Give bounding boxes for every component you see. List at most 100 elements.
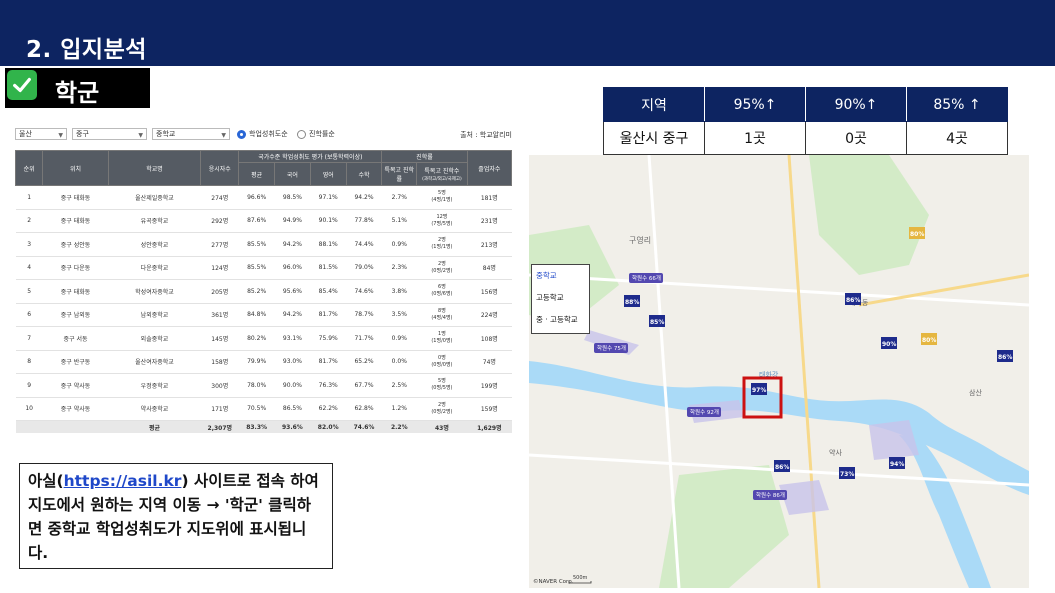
- row-location: 중구 태화동: [42, 209, 109, 233]
- row-special-cell: 1명 (1명/0명): [416, 326, 468, 351]
- table-row: 2 중구 태화동 유곡중학교 292명 87.6% 94.9% 90.1% 77.8% 5.1%…: [15, 209, 512, 233]
- chevron-down-icon: ▼: [221, 132, 226, 139]
- instruction-note: 아실(https://asil.kr) 사이트로 접속 하여 지도에서 원하는 …: [19, 463, 333, 569]
- row-special-cell: 5명 (4명/1명): [416, 185, 468, 210]
- row-rank: 5: [15, 279, 43, 304]
- row-math: 74.4%: [346, 232, 382, 257]
- row-takers: 171명: [200, 397, 239, 421]
- row-takers: 158명: [200, 350, 239, 374]
- map-place-label: 구영리: [629, 235, 651, 245]
- table-row: 4 중구 다운동 다운중학교 124명 85.5% 96.0% 81.5% 79.0% 2.3%…: [15, 256, 512, 280]
- row-takers: 124명: [200, 256, 239, 280]
- row-avg: 96.6%: [238, 185, 275, 210]
- school-marker-value: 85%: [650, 319, 664, 326]
- row-avg: 84.8%: [238, 303, 275, 327]
- row-special-rate: 0.9%: [381, 326, 417, 351]
- radio-progress[interactable]: 진학률순: [297, 129, 335, 139]
- row-location: 중구 반구동: [42, 350, 109, 374]
- row-location: 중구 성안동: [42, 232, 109, 257]
- summary-header-region: 지역: [603, 87, 705, 122]
- footer-avg: 83.3%: [238, 420, 275, 433]
- map-scale-label: 500m: [573, 575, 588, 581]
- row-avg: 85.2%: [238, 279, 275, 304]
- footer-special-count: 43명: [416, 420, 468, 433]
- row-english: 62.2%: [310, 397, 347, 421]
- col-takers: 응시자수: [200, 150, 240, 186]
- col-location: 위치: [42, 150, 109, 186]
- table-row: 5 중구 태화동 학성여자중학교 205명 85.2% 95.6% 85.4% 74.6% 3.…: [15, 279, 512, 304]
- city-select[interactable]: 울산 ▼: [15, 128, 67, 140]
- row-special-count: 12명: [436, 213, 448, 220]
- row-special-detail: (0명/5명): [431, 385, 453, 392]
- row-special-rate: 3.8%: [381, 279, 417, 304]
- row-english: 75.9%: [310, 326, 347, 351]
- col-math: 수학: [345, 162, 383, 186]
- row-school: 남외중학교: [108, 303, 201, 327]
- col-korean: 국어: [274, 162, 311, 186]
- row-school: 우정중학교: [108, 373, 201, 398]
- row-graduates: 108명: [467, 326, 512, 351]
- row-special-detail: (1명/1명): [431, 244, 453, 251]
- col-school: 학교명: [107, 150, 202, 186]
- school-type-select-value: 중학교: [156, 130, 176, 138]
- school-marker-value: 88%: [625, 299, 639, 306]
- school-marker-value: 86%: [846, 297, 860, 304]
- legend-middle-school[interactable]: 중학교: [532, 265, 589, 287]
- row-special-rate: 3.5%: [381, 303, 417, 327]
- row-graduates: 74명: [467, 350, 512, 374]
- row-math: 78.7%: [346, 303, 382, 327]
- row-english: 85.4%: [310, 279, 347, 304]
- section-title: 학군: [55, 79, 100, 107]
- asil-link[interactable]: https://asil.kr: [64, 472, 182, 490]
- row-english: 90.1%: [310, 209, 347, 233]
- page-title: 2. 입지분석: [26, 37, 147, 63]
- row-special-detail: (1명/0명): [431, 338, 453, 345]
- row-location: 중구 태화동: [42, 279, 109, 304]
- table-row: 9 중구 약사동 우정중학교 300명 78.0% 90.0% 76.3% 67.7% 2.5%…: [15, 373, 512, 398]
- summary-header-85: 85% ↑: [906, 87, 1008, 122]
- school-ranking-table: 순위 위치 학교명 응시자수 국가수준 학업성취도 평가 (보통학력이상) 진학…: [14, 150, 513, 433]
- filter-bar: 울산 ▼ 중구 ▼ 중학교 ▼ 학업성취도순 진학률순 출처 : 학교알리미: [15, 128, 512, 142]
- row-math: 67.7%: [346, 373, 382, 398]
- row-takers: 292명: [200, 209, 239, 233]
- row-school: 약사중학교: [108, 397, 201, 421]
- row-graduates: 84명: [467, 256, 512, 280]
- academy-label-text: 학원수 86개: [756, 491, 785, 499]
- row-korean: 98.5%: [274, 185, 311, 210]
- col-admission: 졸업자수: [466, 150, 513, 186]
- row-special-detail: (7명/5명): [431, 220, 453, 227]
- map-copyright: ©NAVER Corp.: [533, 578, 574, 585]
- row-special-detail: (4명/1명): [431, 197, 453, 204]
- row-korean: 94.2%: [274, 303, 311, 327]
- table-row: 3 중구 성안동 성안중학교 277명 85.5% 94.2% 88.1% 74.4% 0.9%…: [15, 232, 512, 257]
- legend-middle-high-school[interactable]: 중 · 고등학교: [532, 309, 589, 331]
- radio-achievement[interactable]: 학업성취도순: [237, 129, 288, 139]
- col-group-progress: 진학률: [381, 150, 468, 163]
- table-row: 10 중구 약사동 약사중학교 171명 70.5% 86.5% 62.2% 62.8% 1.2…: [15, 397, 512, 421]
- row-special-detail: (0명/2명): [431, 267, 453, 274]
- row-graduates: 224명: [467, 303, 512, 327]
- academy-label-text: 학원수 75개: [597, 344, 626, 352]
- footer-korean: 93.6%: [274, 420, 311, 433]
- district-select[interactable]: 중구 ▼: [72, 128, 147, 140]
- row-english: 97.1%: [310, 185, 347, 210]
- row-math: 79.0%: [346, 256, 382, 280]
- footer-special-rate: 2.2%: [381, 420, 417, 433]
- row-korean: 86.5%: [274, 397, 311, 421]
- radio-achievement-label: 학업성취도순: [249, 130, 288, 138]
- row-rank: 9: [15, 373, 43, 398]
- row-english: 76.3%: [310, 373, 347, 398]
- summary-header-95: 95%↑: [704, 87, 806, 122]
- row-graduates: 159명: [467, 397, 512, 421]
- school-marker-value: 94%: [890, 461, 904, 468]
- row-avg: 85.5%: [238, 256, 275, 280]
- school-map[interactable]: 구영리 약사 태화강 태화동 삼산 학원수 66개 학원수 75개 학원수 92…: [529, 155, 1029, 588]
- row-korean: 95.6%: [274, 279, 311, 304]
- row-graduates: 213명: [467, 232, 512, 257]
- row-avg: 79.9%: [238, 350, 275, 374]
- footer-empty: [15, 420, 43, 433]
- row-special-cell: 2명 (0명/2명): [416, 397, 468, 421]
- summary-cell-region: 울산시 중구: [603, 121, 705, 155]
- school-type-select[interactable]: 중학교 ▼: [152, 128, 230, 140]
- legend-high-school[interactable]: 고등학교: [532, 287, 589, 309]
